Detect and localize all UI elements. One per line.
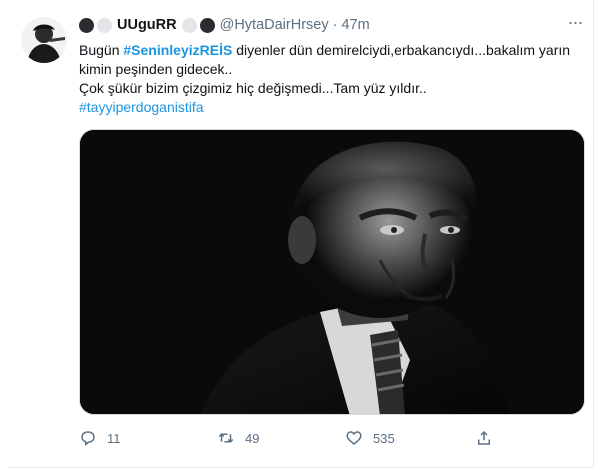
tweet-text: Bugün #SeninleyizREİS diyenler dün demir… — [79, 41, 579, 117]
hashtag-link[interactable]: #tayyiperdoganistifa — [79, 99, 204, 115]
text-segment: Çok şükür bizim çizgimiz hiç değişmedi..… — [79, 80, 427, 96]
share-button[interactable] — [475, 429, 503, 447]
display-name[interactable]: UUguRR — [117, 17, 177, 33]
circle-emoji-icon — [79, 17, 94, 33]
user-handle[interactable]: @HytaDairHrsey — [220, 17, 329, 33]
retweet-button[interactable]: 49 — [217, 429, 345, 447]
separator-dot: · — [332, 17, 338, 33]
text-segment: Bugün — [79, 42, 124, 58]
circle-emoji-icon — [97, 17, 112, 33]
circle-emoji-icon — [199, 17, 215, 33]
reply-button[interactable]: 11 — [79, 429, 217, 447]
tweet-media-image[interactable] — [79, 129, 585, 415]
more-icon[interactable]: ··· — [564, 13, 586, 35]
like-icon — [346, 431, 362, 445]
hashtag-link[interactable]: #SeninleyizREİS — [123, 42, 232, 58]
circle-emoji-icon — [181, 17, 197, 33]
like-count: 535 — [373, 430, 395, 446]
retweet-count: 49 — [245, 430, 260, 446]
timestamp[interactable]: 47m — [341, 17, 369, 33]
avatar[interactable] — [21, 17, 67, 63]
share-icon — [478, 430, 490, 445]
reply-count: 11 — [107, 430, 121, 446]
avatar-image — [21, 17, 67, 63]
retweet-icon — [218, 433, 234, 443]
reply-icon — [81, 431, 95, 446]
tweet-header: UUguRR @HytaDairHrsey · 47m ··· — [79, 13, 586, 35]
tweet-actions: 11 49 535 — [79, 428, 519, 448]
like-button[interactable]: 535 — [345, 429, 475, 447]
portrait-photo — [80, 130, 584, 414]
